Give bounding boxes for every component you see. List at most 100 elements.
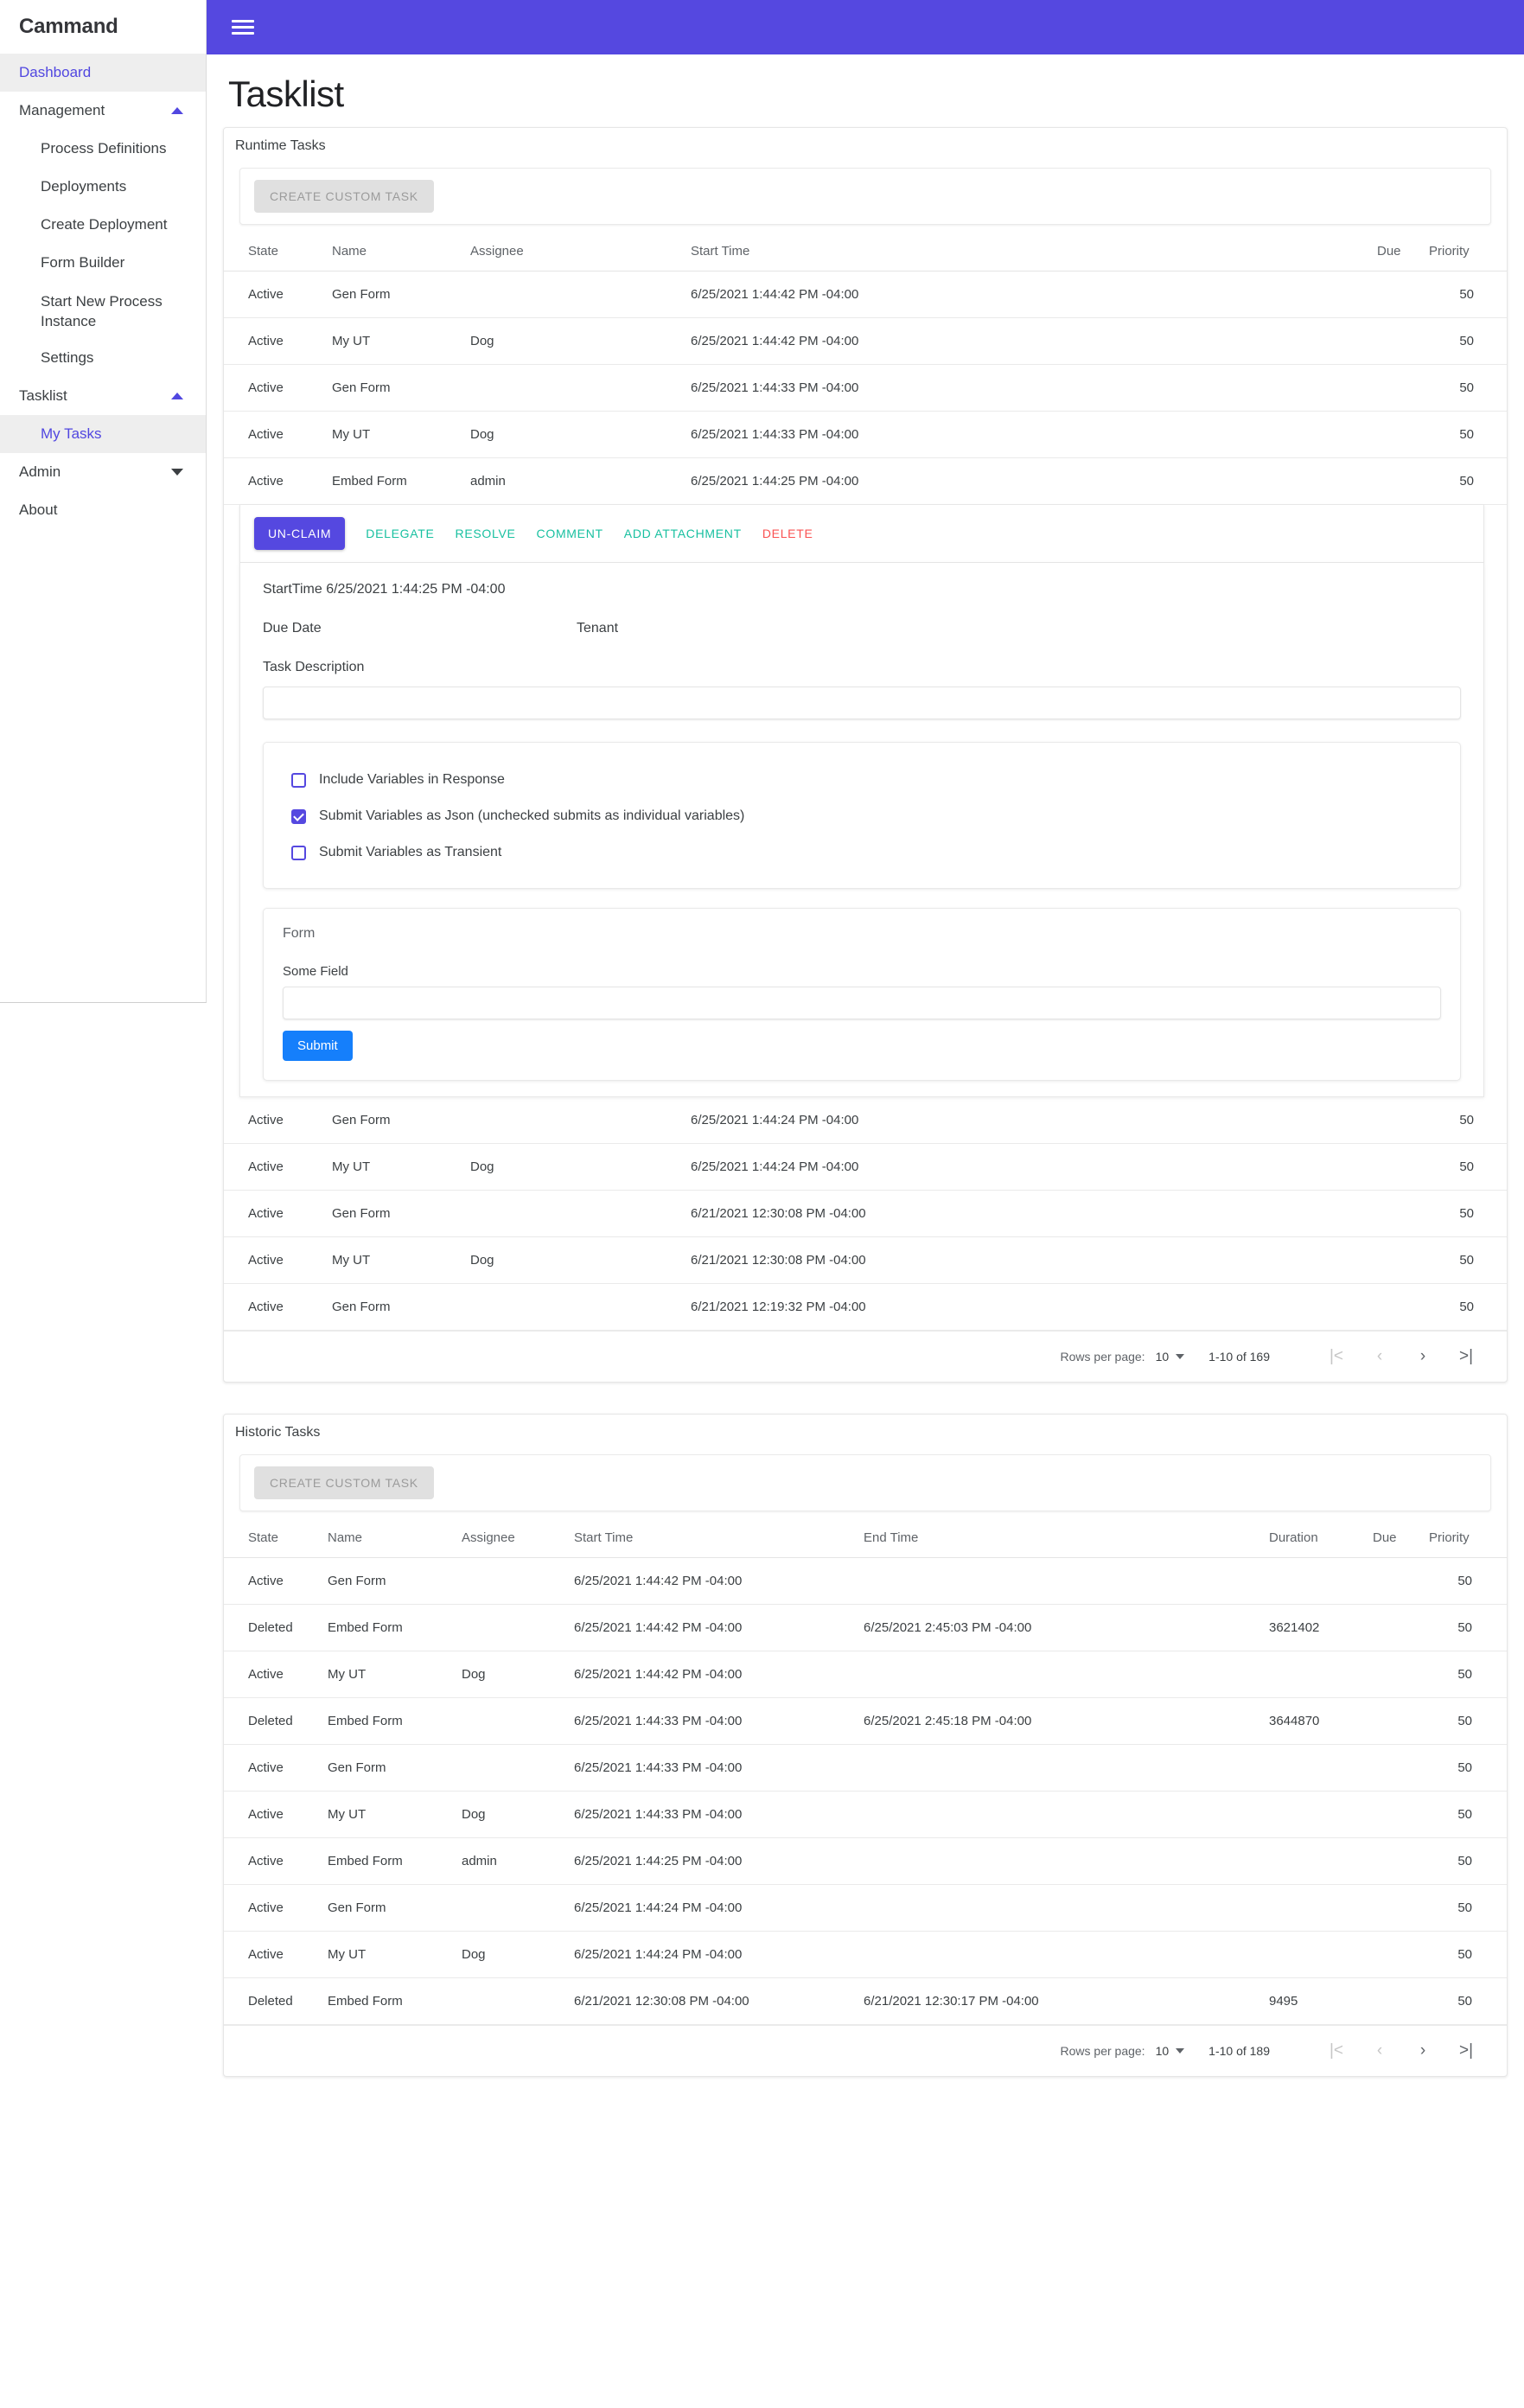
cell-assignee: Dog [462,1791,574,1838]
rows-per-page-value[interactable]: 10 [1156,1350,1170,1364]
next-page-button[interactable]: › [1408,1347,1438,1366]
cell-assignee [470,271,691,318]
table-row[interactable]: Active My UT Dog 6/25/2021 1:44:24 PM -04:0… [224,1143,1507,1191]
comment-button[interactable]: COMMENT [526,517,614,550]
cell-due [1373,1977,1429,2025]
last-page-button[interactable]: >| [1451,1347,1481,1366]
column-header-name[interactable]: Name [332,225,470,271]
submit-button[interactable]: Submit [283,1031,353,1061]
sidebar-item-my-tasks[interactable]: My Tasks [0,415,206,453]
cell-state: Active [224,1837,328,1885]
hamburger-icon[interactable] [232,16,254,38]
add-attachment-button[interactable]: ADD ATTACHMENT [614,517,752,550]
create-custom-task-button[interactable]: CREATE CUSTOM TASK [254,180,434,213]
sidebar-group-admin[interactable]: Admin [0,453,206,491]
cell-state: Active [224,271,332,318]
resolve-button[interactable]: RESOLVE [445,517,526,550]
cell-name: Gen Form [332,1190,470,1237]
historic-toolbar: CREATE CUSTOM TASK [239,1454,1491,1511]
next-page-button[interactable]: › [1408,2041,1438,2060]
table-row[interactable]: Active Gen Form 6/25/2021 1:44:24 PM -04:0… [224,1884,1507,1932]
task-description-input[interactable] [263,687,1461,719]
cell-start: 6/25/2021 1:44:33 PM -04:00 [574,1744,864,1792]
first-page-button[interactable]: |< [1322,1347,1351,1366]
table-row[interactable]: Active My UT Dog 6/25/2021 1:44:33 PM -04:0… [224,1791,1507,1838]
cell-assignee [462,1884,574,1932]
sidebar-item-settings[interactable]: Settings [0,339,206,377]
last-page-button[interactable]: >| [1451,2041,1481,2060]
sidebar-item-process-definitions[interactable]: Process Definitions [0,130,206,168]
column-header-endtime[interactable]: End Time [864,1511,1269,1558]
sidebar-item-deployments[interactable]: Deployments [0,168,206,206]
table-row[interactable]: Active Gen Form 6/21/2021 12:30:08 PM -04:… [224,1190,1507,1237]
sidebar-item-label: Form Builder [41,254,125,271]
table-row[interactable]: Active Gen Form 6/25/2021 1:44:42 PM -04:0… [224,1557,1507,1605]
checkbox-submit-variables-as-json[interactable] [291,808,306,824]
column-header-state[interactable]: State [224,1511,328,1558]
option-submit-variables-as-json[interactable]: Submit Variables as Json (unchecked subm… [264,798,1460,834]
create-custom-task-button-historic[interactable]: CREATE CUSTOM TASK [254,1466,434,1499]
first-page-button[interactable]: |< [1322,2041,1351,2060]
table-header-row: State Name Assignee Start Time End Time … [224,1511,1507,1558]
column-header-name[interactable]: Name [328,1511,462,1558]
app-brand: Cammand [19,15,118,38]
delegate-button[interactable]: DELEGATE [355,517,444,550]
sidebar-group-label: Management [19,102,105,118]
pagination-range: 1-10 of 189 [1208,2044,1270,2058]
chevron-down-icon[interactable] [1176,1354,1185,1359]
table-row[interactable]: Active My UT Dog 6/25/2021 1:44:24 PM -04:0… [224,1931,1507,1978]
cell-due [1377,317,1429,365]
table-row[interactable]: Active My UT Dog 6/21/2021 12:30:08 PM -04:… [224,1236,1507,1284]
table-row[interactable]: Deleted Embed Form 6/25/2021 1:44:42 PM -0… [224,1604,1507,1651]
previous-page-button[interactable]: ‹ [1365,2041,1394,2060]
rows-per-page-value[interactable]: 10 [1156,2044,1170,2058]
table-row[interactable]: Active Gen Form 6/25/2021 1:44:33 PM -04:0… [224,364,1507,412]
cell-name: Gen Form [332,1283,470,1331]
table-row[interactable]: Active My UT Dog 6/25/2021 1:44:42 PM -04:0… [224,1651,1507,1698]
column-header-assignee[interactable]: Assignee [462,1511,574,1558]
table-row[interactable]: Active My UT Dog 6/25/2021 1:44:33 PM -04:0… [224,411,1507,458]
column-header-due[interactable]: Due [1373,1511,1429,1558]
sidebar-group-tasklist[interactable]: Tasklist [0,377,206,415]
column-header-assignee[interactable]: Assignee [470,225,691,271]
sidebar-item-start-new-process-instance[interactable]: Start New Process Instance [0,282,206,339]
column-header-duration[interactable]: Duration [1269,1511,1373,1558]
table-row[interactable]: Active Embed Form admin 6/25/2021 1:44:25 P… [224,457,1507,505]
cell-state: Active [224,411,332,458]
sidebar-item-create-deployment[interactable]: Create Deployment [0,206,206,244]
checkbox-include-variables-in-response[interactable] [291,772,306,788]
sidebar-item-dashboard[interactable]: Dashboard [0,54,206,92]
checkbox-submit-variables-as-transient[interactable] [291,845,306,860]
table-row[interactable]: Active Gen Form 6/21/2021 12:19:32 PM -04:… [224,1283,1507,1331]
table-row[interactable]: Active Gen Form 6/25/2021 1:44:42 PM -04:0… [224,271,1507,318]
sidebar-item-about[interactable]: About [0,491,206,529]
column-header-priority[interactable]: Priority [1429,1511,1507,1558]
table-row[interactable]: Active My UT Dog 6/25/2021 1:44:42 PM -04:0… [224,317,1507,365]
column-header-due[interactable]: Due [1377,225,1429,271]
cell-state: Active [224,1744,328,1792]
previous-page-button[interactable]: ‹ [1365,1347,1394,1366]
sidebar-group-management[interactable]: Management [0,92,206,130]
option-submit-variables-as-transient[interactable]: Submit Variables as Transient [264,834,1460,871]
option-include-variables-in-response[interactable]: Include Variables in Response [264,762,1460,798]
column-header-priority[interactable]: Priority [1429,225,1507,271]
cell-start: 6/21/2021 12:19:32 PM -04:00 [691,1283,1377,1331]
un-claim-button[interactable]: UN-CLAIM [254,517,346,550]
table-row[interactable]: Active Gen Form 6/25/2021 1:44:24 PM -04:0… [224,1097,1507,1144]
some-field-input[interactable] [283,987,1441,1019]
column-header-starttime[interactable]: Start Time [691,225,1377,271]
sidebar-item-label: Settings [41,349,94,366]
cell-state: Active [224,1097,332,1144]
table-row[interactable]: Active Embed Form admin 6/25/2021 1:44:25 P… [224,1837,1507,1885]
table-row[interactable]: Deleted Embed Form 6/21/2021 12:30:08 PM -… [224,1977,1507,2025]
cell-priority: 50 [1429,1557,1507,1605]
column-header-state[interactable]: State [224,225,332,271]
cell-assignee [470,1097,691,1144]
sidebar-item-form-builder[interactable]: Form Builder [0,244,206,282]
table-row[interactable]: Deleted Embed Form 6/25/2021 1:44:33 PM -0… [224,1697,1507,1745]
cell-priority: 50 [1429,1236,1507,1284]
column-header-starttime[interactable]: Start Time [574,1511,864,1558]
chevron-down-icon[interactable] [1176,2048,1185,2054]
table-row[interactable]: Active Gen Form 6/25/2021 1:44:33 PM -04:0… [224,1744,1507,1792]
delete-button[interactable]: DELETE [752,517,824,550]
